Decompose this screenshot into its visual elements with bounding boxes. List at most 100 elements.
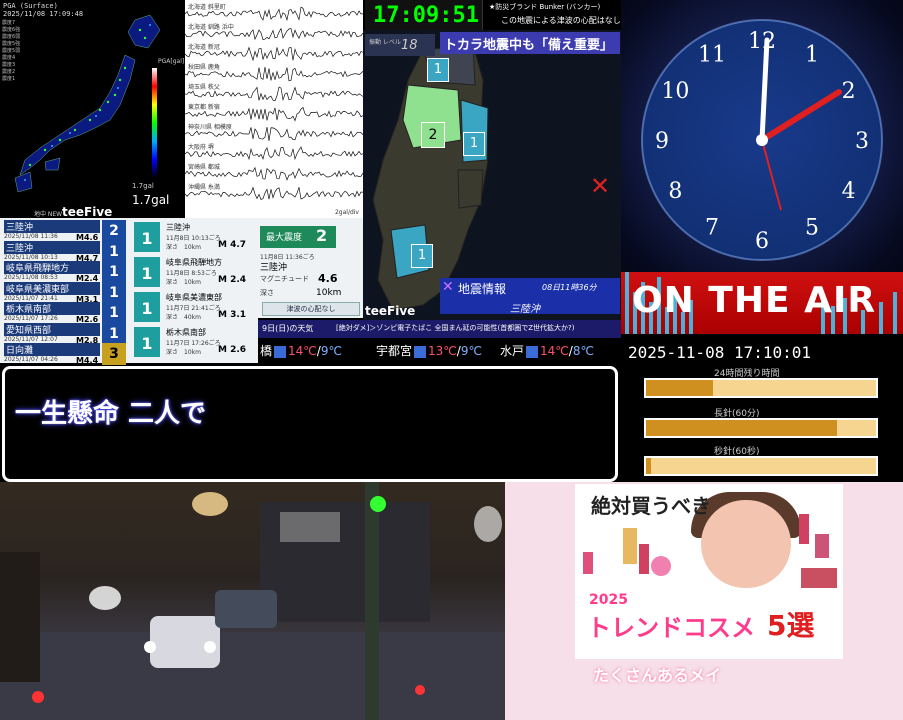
eq-place: 岐阜県美濃東部 [4,281,100,295]
detail-place: 岐阜県飛騨地方 [166,258,222,267]
cosmetics-ad: 絶対買うべき 2025 トレンドコスメ 5選 たくさんあるメイ [505,482,903,720]
clock-number: 10 [661,79,689,104]
magnitude-value: 4.6 [318,272,338,285]
ad-subtitle: トレンドコスメ [587,614,755,642]
tohoku-map [372,44,489,311]
weather-header-bar: 9日(日)の天気 [絶対ダメ]＞ゾンビ電子たばこ 全国まん延の可能性(首都圏でZ… [258,320,621,338]
detail-depth: 深さ 10km [166,244,201,251]
city-name: 宇都宮 [376,344,413,358]
temp-high: 14℃ [540,344,569,358]
clock-number: 4 [842,179,856,204]
max-intensity-panel: 最大震度 2 11月8日 11:36ごろ 三陸沖 マグニチュード 4.6 深さ … [258,218,363,318]
eq-shindo-badge: 1 [102,261,126,283]
earthquake-detail-item[interactable]: 1 三陸沖 11月8日 10:13ごろ 深さ 10km M 4.7 [132,220,256,254]
waveform-scale: 2gal/div [334,209,359,216]
shindo-badge: 1 [463,132,485,156]
pga-max-value: 1.7gal [132,193,170,207]
eq-place: 日向灘 [4,343,100,356]
analog-clock: 12 12 3 45 6 78 9 10 11 [641,19,883,261]
teefive-logo: teeFive [62,205,113,219]
detail-place: 岐阜県美濃東部 [166,293,222,302]
lyric-caption-text: 一生懸命 二人で [15,399,207,429]
max-intensity-value: 2 [316,226,328,245]
clock-number: 6 [755,229,769,254]
earthquake-detail-item[interactable]: 1 岐阜県飛騨地方 11月8日 8:53ごろ 深さ 10km M 2.4 [132,255,256,289]
weather-icon [274,345,287,358]
earthquake-detail-item[interactable]: 1 岐阜県美濃東部 11月7日 21:41ごろ 深さ 40km M 3.1 [132,290,256,324]
eq-place: 三陸沖 [4,240,100,254]
waveform-row: 神奈川県 相模原 [185,122,363,142]
eq-shindo-badge: 3 [102,343,126,365]
waveform-row: 秋田県 鹿角 [185,62,363,82]
eq-shindo-badge: 1 [102,281,126,304]
shindo-badge: 2 [421,122,445,148]
weather-city: 宇都宮 13℃/9℃ [376,342,482,359]
detail-magnitude: M 3.1 [218,310,247,320]
quake-info-time: 08日11時36分 [542,283,597,292]
quake-info-box: ✕ 地震情報 08日11時36分 三陸沖 [440,278,620,315]
clock-number: 9 [655,129,669,154]
waveform-trace [185,186,363,200]
pga-max-small: 1.7gal [132,182,154,190]
eq-place: 岐阜県飛騨地方 [4,261,100,274]
quake-info-place: 三陸沖 [510,304,540,315]
eq-shindo-badge: 1 [102,302,126,324]
detail-time: 11月8日 10:13ごろ [166,235,221,242]
detail-time: 11月7日 21:41ごろ [166,305,221,312]
waveform-trace [185,106,363,122]
waveform-row: 沖縄県 糸満 [185,182,363,202]
eq-place: 栃木県南部 [4,302,100,315]
news-banner: トカラ地震中も「備え重要」 [440,32,620,54]
waveform-row: 宮崎県 都城 [185,162,363,182]
detail-shindo-badge: 1 [134,257,160,287]
waveform-row: 北海道 新冠 [185,42,363,62]
depth-label: 深さ [260,289,274,297]
clock-number: 1 [805,42,819,67]
level-value: 18 [401,38,418,53]
detail-place: 三陸沖 [166,223,190,232]
detail-depth: 深さ 40km [166,314,201,321]
ad-count: 5選 [767,609,815,642]
news-banner-text: トカラ地震中も「備え重要」 [444,38,614,53]
weather-city: 橋 14℃/9℃ [260,342,342,359]
shindo-map: 振動 レベル 18 1 2 1 1 [363,30,621,320]
on-air-text: ON THE AIR [632,280,877,321]
waveform-panel: 北海道 斜里町 北海道 釧路 浜中 北海道 新冠 秋田県 鹿角 埼玉県 秩父 東京都 新宿… [185,0,363,218]
japan-pga-map [14,14,161,193]
clock-number: 8 [668,179,682,204]
waveform-trace [185,46,363,62]
detail-shindo-badge: 1 [134,222,160,252]
max-intensity-label: 最大震度 [266,233,303,243]
teefive-logo: teeFive [365,304,416,318]
clock-center [756,134,768,146]
earthquake-list: 三陸沖 2025/11/08 11:36 M4.6 2 三陸沖 2025/11/08 10… [0,218,130,365]
waveform-trace [185,27,363,41]
eq-date: 2025/11/07 04:26 [4,356,58,363]
city-name: 水戸 [500,344,525,358]
detail-magnitude: M 2.6 [218,345,247,355]
lyric-caption-box: 一生懸命 二人で [2,366,618,482]
tsunami-line: この地震による津波の心配はなし [501,16,621,25]
street-scene-image [0,482,505,720]
news-ticker: [絶対ダメ]＞ゾンビ電子たばこ 全国まん延の可能性(首都圏でZ世代拡大か?) [336,324,575,332]
earthquake-detail-list: 1 三陸沖 11月8日 10:13ごろ 深さ 10km M 4.7 1 岐阜県飛騨地方 11月… [130,218,258,363]
eq-shindo-badge: 1 [102,322,126,345]
temp-low: 8℃ [572,344,594,358]
sponsor-ticker: ★防災ブランド Bunker (バンカー) この地震による津波の心配はなし [482,0,622,30]
magnitude-label: マグニチュード [260,275,309,283]
earthquake-list-item[interactable]: 日向灘 2025/11/07 04:26 M4.4 3 [2,343,128,367]
temp-low: 9℃ [320,344,342,358]
progress-bar [644,378,878,398]
temp-high: 14℃ [288,344,317,358]
progress-bar [644,456,878,476]
clock-number: 3 [855,129,869,154]
brand-small: 地中 NEW [34,211,63,218]
detail-magnitude: M 4.7 [218,240,247,250]
street-camera-feed [0,482,505,720]
shindo-badge: 1 [427,58,449,82]
quake-info-title: 地震情報 [458,282,507,296]
earthquake-detail-item[interactable]: 1 栃木県南部 11月7日 17:26ごろ 深さ 10km M 2.6 [132,325,256,359]
waveform-trace [185,66,363,82]
progress-fill [646,420,837,436]
clock-number: 11 [698,42,726,67]
